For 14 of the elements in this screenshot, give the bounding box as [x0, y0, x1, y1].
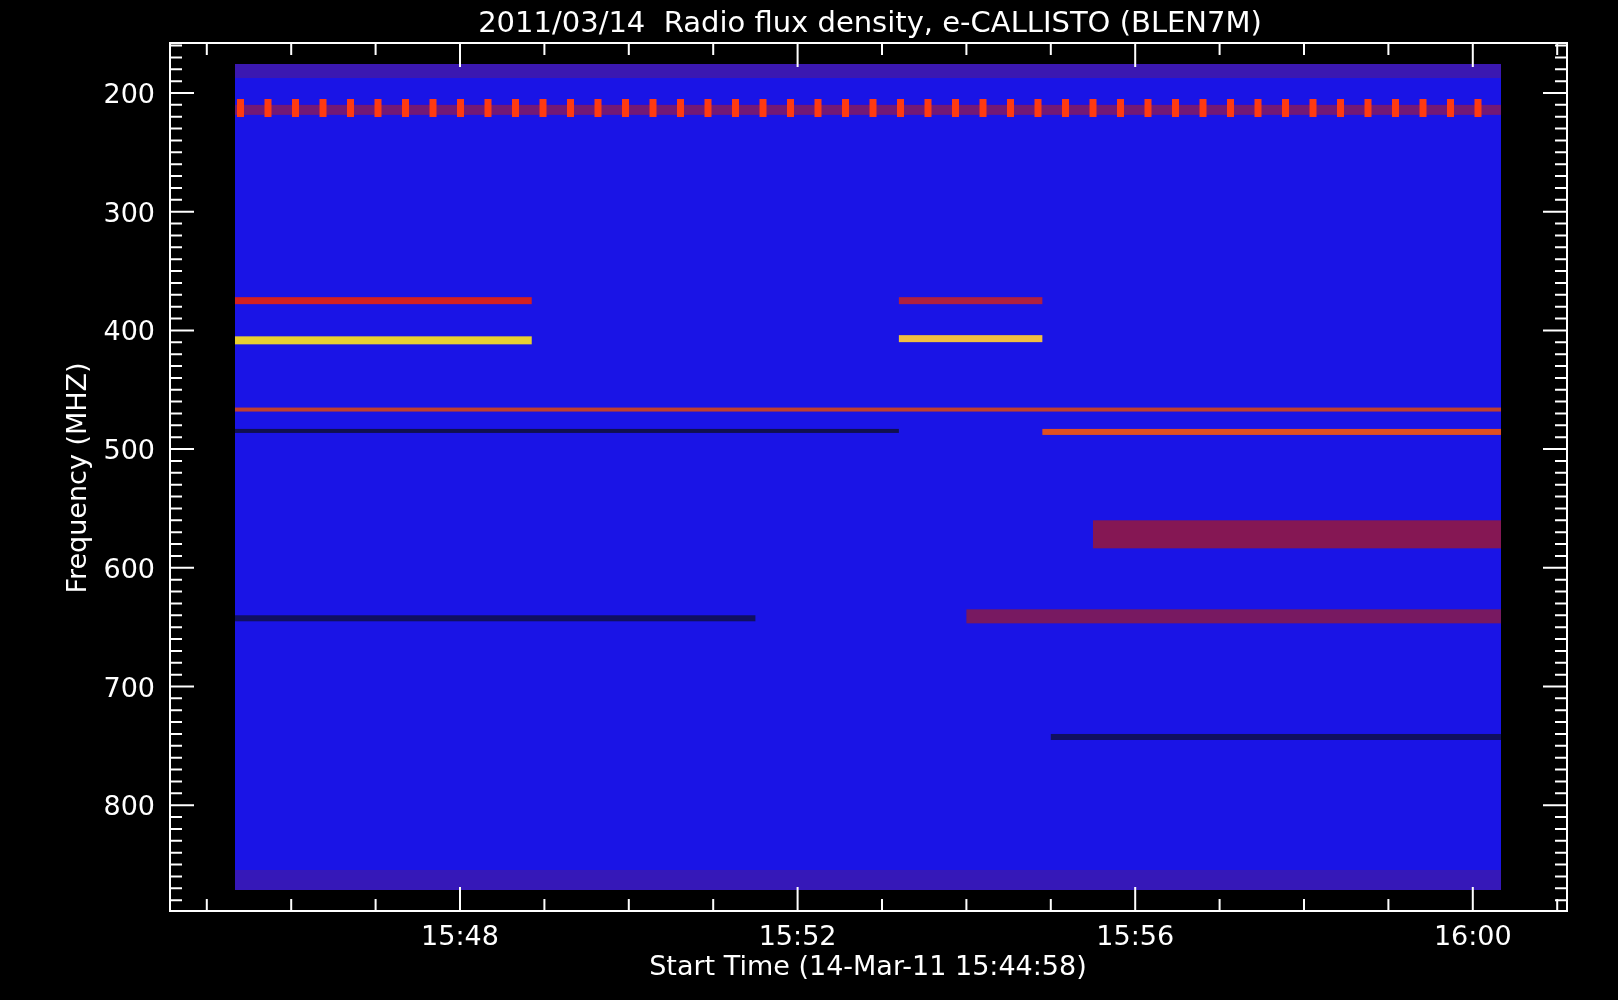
x-axis-label: Start Time (14-Mar-11 15:44:58): [649, 950, 1087, 981]
y-tick-label: 700: [103, 671, 155, 703]
x-tick-label: 15:48: [421, 920, 499, 951]
y-tick-label: 500: [103, 434, 155, 466]
x-tick-label: 15:56: [1096, 920, 1175, 951]
y-tick-label: 200: [103, 78, 155, 109]
y-tick-label: 600: [103, 552, 155, 584]
y-tick-label: 300: [103, 196, 155, 228]
plot-title: 2011/03/14 Radio flux density, e-CALLISTO (BLEN7M): [478, 5, 1262, 39]
y-axis-label: Frequency (MHZ): [61, 362, 92, 594]
x-tick-label: 15:52: [758, 920, 837, 951]
x-tick-label: 16:00: [1433, 920, 1512, 951]
y-tick-label: 400: [103, 315, 155, 347]
y-tick-label: 800: [103, 790, 155, 822]
